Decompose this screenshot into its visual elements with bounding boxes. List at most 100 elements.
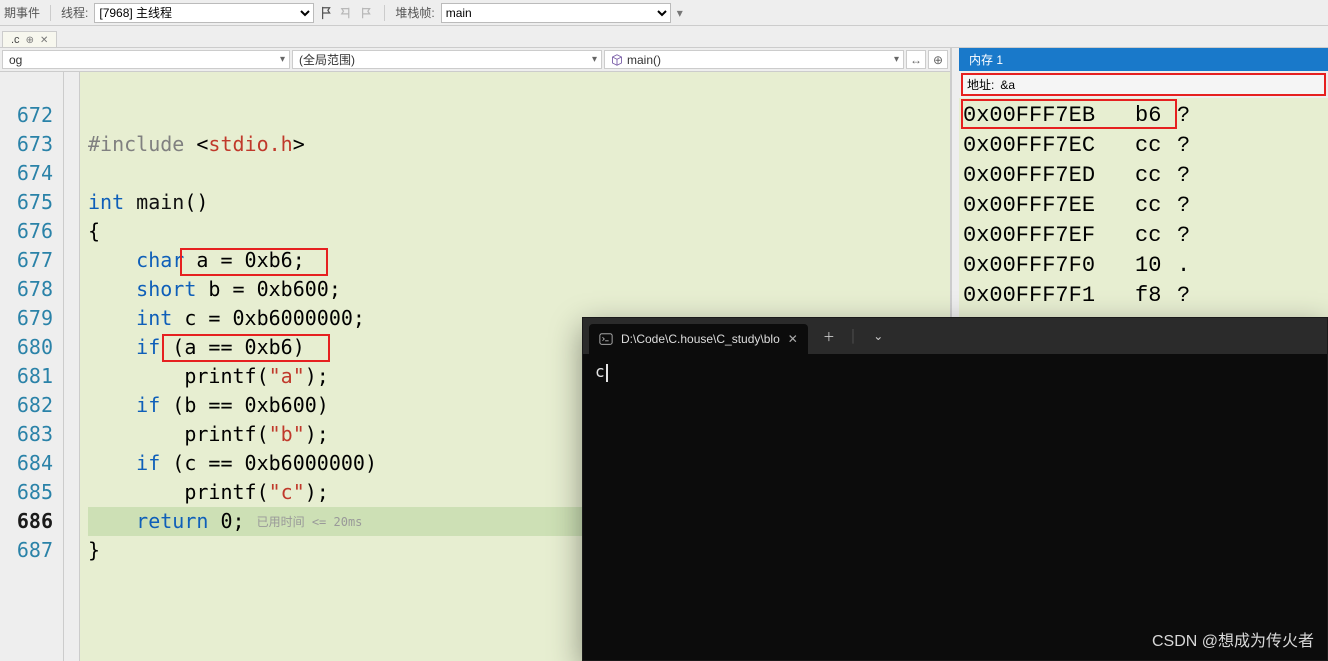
memory-address: 0x00FFF7EB [963,103,1135,128]
debug-toolbar: 期事件 线程: [7968] 主线程 堆栈帧: main ▾ [0,0,1328,26]
breakpoint-slot[interactable] [64,507,79,536]
breakpoint-slot[interactable] [64,420,79,449]
memory-row[interactable]: 0x00FFF7EEcc? [963,190,1324,220]
code-line[interactable]: short b = 0xb600; [88,275,950,304]
split-editor-button[interactable]: ↔ [906,50,926,69]
events-label: 期事件 [4,4,40,21]
memory-row[interactable]: 0x00FFF7EBb6? [963,100,1324,130]
scope-dropdown-label: og [9,53,22,67]
memory-char: ? [1177,193,1201,218]
memory-char: . [1177,253,1201,278]
line-number: 685 [0,478,53,507]
memory-row[interactable]: 0x00FFF7F1f8? [963,280,1324,310]
line-number: 687 [0,536,53,565]
breakpoint-slot[interactable] [64,275,79,304]
breakpoint-slot[interactable] [64,362,79,391]
range-dropdown[interactable]: (全局范围) ▾ [292,50,602,69]
function-dropdown[interactable]: main() ▾ [604,50,904,69]
more-button[interactable]: ⊕ [928,50,948,69]
breakpoint-slot[interactable] [64,101,79,130]
terminal-titlebar[interactable]: D:\Code\C.house\C_study\blo ✕ ＋ │ ⌄ [583,318,1327,354]
breakpoint-slot[interactable] [64,217,79,246]
memory-address: 0x00FFF7EE [963,193,1135,218]
line-number: 673 [0,130,53,159]
memory-char: ? [1177,163,1201,188]
line-number: 677 [0,246,53,275]
memory-row[interactable]: 0x00FFF7ECcc? [963,130,1324,160]
memory-char: ? [1177,223,1201,248]
breakpoint-slot[interactable] [64,188,79,217]
toolbar-overflow-icon[interactable]: ▾ [677,6,683,20]
tab-dropdown-button[interactable]: ⌄ [865,329,891,343]
breakpoint-slot[interactable] [64,391,79,420]
memory-address-label: 地址: [967,76,994,93]
function-dropdown-label: main() [627,53,661,67]
range-dropdown-label: (全局范围) [299,51,355,68]
memory-address-input[interactable] [1000,78,1320,92]
code-line[interactable] [88,72,950,101]
breakpoint-slot[interactable] [64,478,79,507]
code-line[interactable]: #include <stdio.h> [88,130,950,159]
memory-address: 0x00FFF7ED [963,163,1135,188]
line-number: 676 [0,217,53,246]
breakpoint-slot[interactable] [64,536,79,565]
cube-icon [611,54,623,66]
breakpoint-slot[interactable] [64,246,79,275]
memory-byte: f8 [1135,283,1177,308]
memory-byte: cc [1135,193,1177,218]
memory-byte: b6 [1135,103,1177,128]
chevron-down-icon: ▾ [894,54,899,65]
memory-address: 0x00FFF7F1 [963,283,1135,308]
breakpoint-slot[interactable] [64,333,79,362]
breakpoint-slot[interactable] [64,130,79,159]
breakpoint-slot[interactable] [64,304,79,333]
terminal-icon [599,332,613,346]
code-line[interactable]: char a = 0xb6; [88,246,950,275]
code-line[interactable] [88,101,950,130]
memory-row[interactable]: 0x00FFF7F010. [963,250,1324,280]
thread-label: 线程: [61,4,88,21]
line-number: 675 [0,188,53,217]
line-number: 681 [0,362,53,391]
memory-row[interactable]: 0x00FFF7EDcc? [963,160,1324,190]
breakpoint-margin[interactable] [64,72,80,661]
scope-dropdown[interactable]: og ▾ [2,50,290,69]
line-number: 672 [0,101,53,130]
line-number: 684 [0,449,53,478]
breakpoint-slot[interactable] [64,449,79,478]
code-line[interactable]: { [88,217,950,246]
thread-select[interactable]: [7968] 主线程 [94,3,314,23]
close-icon[interactable]: ✕ [40,35,48,46]
new-tab-button[interactable]: ＋ [816,328,842,345]
file-tab-name: .c [11,34,20,46]
editor-context-bar: og ▾ (全局范围) ▾ main() ▾ ↔ ⊕ [0,48,950,72]
code-line[interactable]: int main() [88,188,950,217]
stackframe-label: 堆栈帧: [395,4,434,21]
flag-icon[interactable] [320,6,334,20]
line-number: 680 [0,333,53,362]
terminal-tab-title: D:\Code\C.house\C_study\blo [621,332,780,346]
memory-address-row: 地址: [961,73,1326,96]
close-icon[interactable]: ✕ [788,332,798,346]
breakpoint-slot[interactable] [64,72,79,101]
pin-icon[interactable]: ⊕ [26,35,34,46]
line-number-gutter: 6726736746756766776786796806816826836846… [0,72,64,661]
memory-char: ? [1177,283,1201,308]
terminal-body[interactable]: c [583,354,1327,660]
file-tab[interactable]: .c ⊕ ✕ [2,31,57,47]
stackframe-select[interactable]: main [441,3,671,23]
terminal-window[interactable]: D:\Code\C.house\C_study\blo ✕ ＋ │ ⌄ c [582,317,1328,661]
breakpoint-slot[interactable] [64,159,79,188]
memory-row[interactable]: 0x00FFF7EFcc? [963,220,1324,250]
memory-address: 0x00FFF7F0 [963,253,1135,278]
line-number: 682 [0,391,53,420]
line-number: 679 [0,304,53,333]
chevron-down-icon: ▾ [592,54,597,65]
flag-prev-icon [340,6,354,20]
memory-char: ? [1177,133,1201,158]
terminal-tab[interactable]: D:\Code\C.house\C_study\blo ✕ [589,324,808,354]
flag-next-icon [360,6,374,20]
code-line[interactable] [88,159,950,188]
line-number: 674 [0,159,53,188]
terminal-cursor [606,364,608,382]
